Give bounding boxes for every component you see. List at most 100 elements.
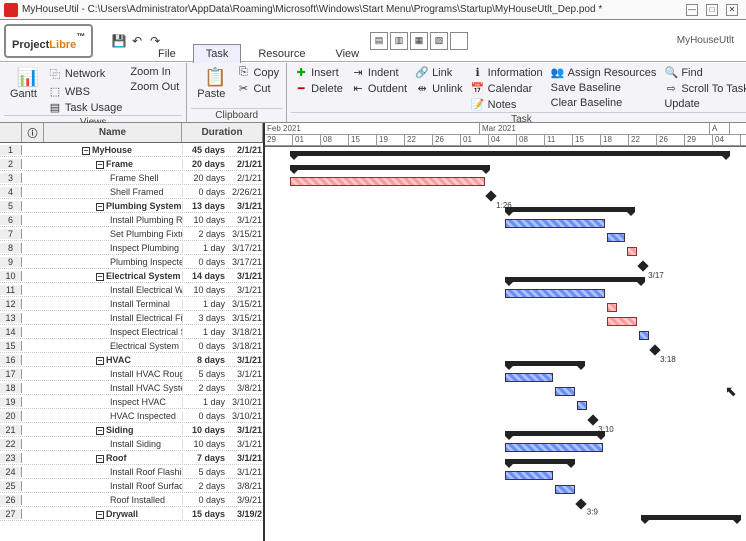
task-duration[interactable]: 45 days [182, 145, 227, 155]
network-button[interactable]: ⿻Network [45, 65, 125, 83]
indent-button[interactable]: ⇥Indent [348, 65, 410, 80]
update-button[interactable]: Update [661, 97, 746, 111]
tab-resource[interactable]: Resource [245, 44, 318, 63]
table-row[interactable]: 6Install Plumbing Rough-in10 days3/1/21 [0, 213, 263, 227]
summary-bar[interactable] [505, 277, 645, 282]
task-name[interactable]: Install HVAC System [44, 383, 182, 393]
paste-button[interactable]: 📋Paste [191, 65, 231, 102]
table-row[interactable]: 16−HVAC8 days3/1/21 [0, 353, 263, 367]
task-usage-button[interactable]: ▤Task Usage [45, 100, 125, 115]
task-date[interactable]: 2/26/21 [227, 187, 263, 197]
task-bar[interactable] [607, 233, 625, 242]
assign-resources-button[interactable]: 👥Assign Resources [548, 65, 660, 80]
col-name[interactable]: Name [44, 123, 182, 142]
task-date[interactable]: 2/1/21 [227, 173, 263, 183]
milestone-icon[interactable]: 3:18 [649, 344, 660, 355]
task-duration[interactable]: 1 day [182, 397, 227, 407]
task-name[interactable]: Install Electrical Wiring [44, 285, 182, 295]
task-duration[interactable]: 0 days [182, 411, 227, 421]
table-row[interactable]: 27−Drywall15 days3/19/2 [0, 507, 263, 521]
milestone-icon[interactable]: 3/17 [637, 260, 648, 271]
outdent-button[interactable]: ⇤Outdent [348, 81, 410, 96]
table-row[interactable]: 11Install Electrical Wiring10 days3/1/21 [0, 283, 263, 297]
task-name[interactable]: Shell Framed [44, 187, 182, 197]
table-row[interactable]: 4Shell Framed0 days2/26/21 [0, 185, 263, 199]
task-date[interactable]: 3/1/21 [227, 425, 263, 435]
task-duration[interactable]: 0 days [182, 341, 227, 351]
task-duration[interactable]: 5 days [182, 467, 227, 477]
table-row[interactable]: 17Install HVAC Rough-in5 days3/1/21 [0, 367, 263, 381]
task-duration[interactable]: 2 days [182, 229, 227, 239]
task-duration[interactable]: 3 days [182, 313, 227, 323]
task-duration[interactable]: 10 days [182, 285, 227, 295]
task-name[interactable]: −Electrical System [44, 271, 182, 281]
task-bar[interactable] [639, 331, 649, 340]
task-name[interactable]: Install Electrical Fixtures [44, 313, 182, 323]
clear-baseline-button[interactable]: Clear Baseline [548, 96, 660, 110]
task-bar[interactable] [505, 219, 605, 228]
task-duration[interactable]: 8 days [182, 355, 227, 365]
task-name[interactable]: −MyHouse [44, 145, 182, 155]
gantt-chart[interactable]: Feb 2021Mar 2021A 2901081519222601040811… [265, 123, 746, 541]
table-row[interactable]: 18Install HVAC System2 days3/8/21 [0, 381, 263, 395]
notes-button[interactable]: 📝Notes [468, 97, 546, 112]
minimize-button[interactable]: — [686, 4, 698, 16]
task-duration[interactable]: 14 days [182, 271, 227, 281]
task-date[interactable]: 2/1/21 [227, 159, 263, 169]
task-date[interactable]: 3/1/21 [227, 201, 263, 211]
task-date[interactable]: 3/1/21 [227, 369, 263, 379]
table-row[interactable]: 13Install Electrical Fixtures3 days3/15/… [0, 311, 263, 325]
task-bar[interactable] [290, 177, 485, 186]
zoom-out-button[interactable]: Zoom Out [127, 80, 182, 94]
task-name[interactable]: Install Plumbing Rough-in [44, 215, 182, 225]
table-row[interactable]: 14Inspect Electrical System1 day3/18/21 [0, 325, 263, 339]
table-row[interactable]: 3Frame Shell20 days2/1/21 [0, 171, 263, 185]
task-duration[interactable]: 1 day [182, 327, 227, 337]
task-name[interactable]: Inspect Plumbing [44, 243, 182, 253]
task-name[interactable]: Install Roof Surface [44, 481, 182, 491]
task-duration[interactable]: 2 days [182, 383, 227, 393]
table-row[interactable]: 26Roof Installed0 days3/9/21 [0, 493, 263, 507]
task-duration[interactable]: 13 days [182, 201, 227, 211]
task-duration[interactable]: 2 days [182, 481, 227, 491]
task-name[interactable]: Electrical System Inspect [44, 341, 182, 351]
task-duration[interactable]: 1 day [182, 243, 227, 253]
summary-bar[interactable] [290, 151, 730, 156]
find-button[interactable]: 🔍Find [661, 65, 746, 80]
summary-bar[interactable] [505, 207, 635, 212]
task-date[interactable]: 3/8/21 [227, 481, 263, 491]
tab-task[interactable]: Task [193, 44, 242, 63]
table-row[interactable]: 9Plumbing Inspected0 days3/17/21 [0, 255, 263, 269]
task-duration[interactable]: 0 days [182, 257, 227, 267]
table-row[interactable]: 25Install Roof Surface2 days3/8/21 [0, 479, 263, 493]
scroll-to-task-button[interactable]: ⇨Scroll To Task [661, 81, 746, 96]
task-bar[interactable] [607, 303, 617, 312]
table-row[interactable]: 5−Plumbing System13 days3/1/21 [0, 199, 263, 213]
table-row[interactable]: 15Electrical System Inspect0 days3/18/21 [0, 339, 263, 353]
table-row[interactable]: 20HVAC Inspected0 days3/10/21 [0, 409, 263, 423]
task-date[interactable]: 3/18/21 [227, 327, 263, 337]
task-name[interactable]: Roof Installed [44, 495, 182, 505]
task-name[interactable]: Install HVAC Rough-in [44, 369, 182, 379]
milestone-icon[interactable]: 1:26 [485, 190, 496, 201]
task-duration[interactable]: 0 days [182, 495, 227, 505]
task-bar[interactable] [505, 471, 553, 480]
delete-button[interactable]: ━Delete [291, 81, 346, 96]
task-name[interactable]: −Roof [44, 453, 182, 463]
task-date[interactable]: 3/8/21 [227, 383, 263, 393]
task-name[interactable]: −Siding [44, 425, 182, 435]
milestone-icon[interactable]: 3:9 [575, 498, 586, 509]
task-duration[interactable]: 20 days [182, 159, 227, 169]
task-date[interactable]: 3/15/21 [227, 229, 263, 239]
task-bar[interactable] [607, 317, 637, 326]
task-name[interactable]: Inspect Electrical System [44, 327, 182, 337]
task-name[interactable]: −Drywall [44, 509, 182, 519]
task-date[interactable]: 3/17/21 [227, 257, 263, 267]
task-date[interactable]: 3/15/21 [227, 299, 263, 309]
task-bar[interactable] [505, 443, 603, 452]
maximize-button[interactable]: □ [706, 4, 718, 16]
task-bar[interactable] [505, 373, 553, 382]
task-bar[interactable] [577, 401, 587, 410]
information-button[interactable]: ℹInformation [468, 65, 546, 80]
table-row[interactable]: 2−Frame20 days2/1/21 [0, 157, 263, 171]
